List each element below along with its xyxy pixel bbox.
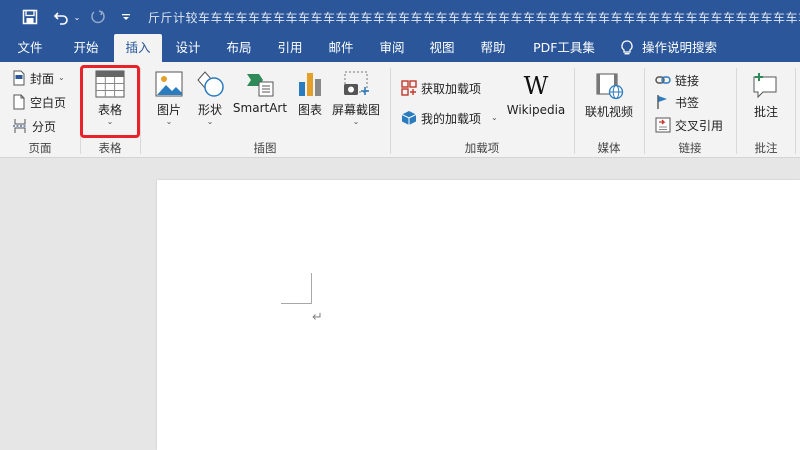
margin-corner-mark (281, 303, 312, 304)
redo-button[interactable] (88, 6, 108, 28)
online-video-icon (596, 73, 624, 100)
tab-references[interactable]: 引用 (266, 34, 314, 62)
bookmark-label: 书签 (675, 95, 700, 110)
cross-reference-label: 交叉引用 (675, 118, 724, 133)
group-label-media: 媒体 (597, 141, 621, 155)
page-break-label: 分页 (32, 119, 57, 134)
wikipedia-button[interactable]: W Wikipedia (505, 72, 567, 117)
online-video-button[interactable]: 联机视频 (582, 72, 636, 120)
ribbon-tab-bar: 文件 开始 插入 设计 布局 引用 邮件 审阅 视图 帮助 PDF工具集 操作说… (0, 34, 800, 62)
save-button[interactable] (18, 6, 42, 28)
bookmark-button[interactable]: 书签 (655, 92, 699, 112)
my-addins-button[interactable]: 我的加载项 ⌄ (401, 108, 498, 128)
link-label: 链接 (675, 73, 700, 88)
bookmark-flag-icon (657, 95, 667, 109)
blank-page-button[interactable]: 空白页 (12, 92, 66, 112)
group-separator (795, 68, 796, 154)
chart-icon (299, 73, 321, 96)
redo-icon (91, 10, 105, 24)
group-label-links: 链接 (678, 141, 702, 155)
wikipedia-icon: W (523, 72, 549, 100)
link-button[interactable]: 链接 (655, 70, 699, 90)
comment-icon (753, 73, 777, 99)
tab-insert[interactable]: 插入 (114, 34, 162, 62)
customize-qat-icon (122, 14, 130, 20)
tab-mailings[interactable]: 邮件 (317, 34, 365, 62)
customize-qat-button[interactable] (118, 6, 134, 28)
cover-page-label: 封面 (30, 71, 55, 86)
tab-view[interactable]: 视图 (418, 34, 466, 62)
chevron-down-icon: ⌄ (352, 117, 360, 126)
chevron-down-icon: ⌄ (206, 117, 214, 126)
smartart-icon (247, 74, 274, 97)
store-icon (401, 80, 417, 96)
picture-icon (155, 71, 183, 97)
screenshot-icon (344, 71, 369, 95)
document-title: 斤斤计较车车车车车车车车车车车车车车车车车车车车车车车车车车车车车车车车车车车车… (148, 11, 800, 25)
page-break-icon (13, 119, 27, 133)
title-bar: ⌄ 斤斤计较车车车车车车车车车车车车车车车车车车车车车车车车车车车车车车车车车车… (0, 0, 800, 34)
paragraph-mark: ↵ (312, 310, 323, 325)
page-break-button[interactable]: 分页 (12, 116, 56, 136)
save-icon (22, 9, 38, 25)
shapes-label: 形状 (197, 103, 222, 117)
tab-help[interactable]: 帮助 (469, 34, 517, 62)
document-area: ↵ (0, 159, 800, 450)
blank-page-label: 空白页 (30, 95, 67, 110)
tab-pdf-tools[interactable]: PDF工具集 (526, 34, 602, 62)
pictures-button[interactable]: 图片 ⌄ (152, 70, 186, 126)
pictures-label: 图片 (156, 103, 181, 117)
new-comment-label: 批注 (753, 105, 778, 119)
tab-home[interactable]: 开始 (62, 34, 110, 62)
link-icon (655, 76, 671, 84)
chevron-down-icon: ⌄ (491, 113, 498, 122)
undo-icon (53, 12, 68, 25)
chart-button[interactable]: 图表 (293, 70, 327, 118)
tab-review[interactable]: 审阅 (368, 34, 416, 62)
my-addins-label: 我的加载项 (421, 111, 482, 126)
addin-cube-icon (401, 111, 417, 125)
undo-dropdown[interactable]: ⌄ (72, 6, 82, 28)
undo-button[interactable] (50, 6, 72, 28)
smartart-button[interactable]: SmartArt (232, 70, 288, 115)
table-button-highlight (80, 65, 140, 138)
tab-design[interactable]: 设计 (164, 34, 212, 62)
chart-label: 图表 (297, 103, 322, 117)
chevron-down-icon: ⌄ (58, 73, 65, 82)
document-page[interactable]: ↵ (157, 180, 800, 450)
cross-reference-button[interactable]: 交叉引用 (655, 115, 723, 135)
blank-page-icon (13, 94, 25, 110)
get-addins-button[interactable]: 获取加载项 (401, 78, 481, 98)
group-label-pages: 页面 (28, 141, 52, 155)
group-label-tables: 表格 (98, 141, 122, 155)
smartart-label: SmartArt (232, 101, 288, 115)
screenshot-button[interactable]: 屏幕截图 ⌄ (330, 70, 382, 126)
cross-reference-icon (655, 117, 671, 133)
wikipedia-label: Wikipedia (506, 103, 566, 117)
cover-page-icon (13, 70, 25, 86)
screenshot-label: 屏幕截图 (331, 103, 380, 117)
group-label-comments: 批注 (754, 141, 778, 155)
group-label-addins: 加载项 (464, 141, 500, 155)
get-addins-label: 获取加载项 (421, 81, 482, 96)
tell-me-search[interactable]: 操作说明搜索 (620, 34, 717, 62)
shapes-icon (197, 71, 224, 97)
online-video-label: 联机视频 (584, 105, 633, 119)
cover-page-button[interactable]: 封面 ⌄ (12, 68, 65, 88)
shapes-button[interactable]: 形状 ⌄ (193, 70, 227, 126)
lightbulb-icon (621, 40, 633, 55)
tab-layout[interactable]: 布局 (215, 34, 263, 62)
tab-file[interactable]: 文件 (6, 34, 54, 62)
tell-me-label: 操作说明搜索 (642, 40, 718, 55)
group-label-illustrations: 插图 (253, 141, 277, 155)
chevron-down-icon: ⌄ (165, 117, 173, 126)
new-comment-button[interactable]: 批注 (746, 72, 786, 120)
margin-corner-mark (311, 273, 312, 303)
